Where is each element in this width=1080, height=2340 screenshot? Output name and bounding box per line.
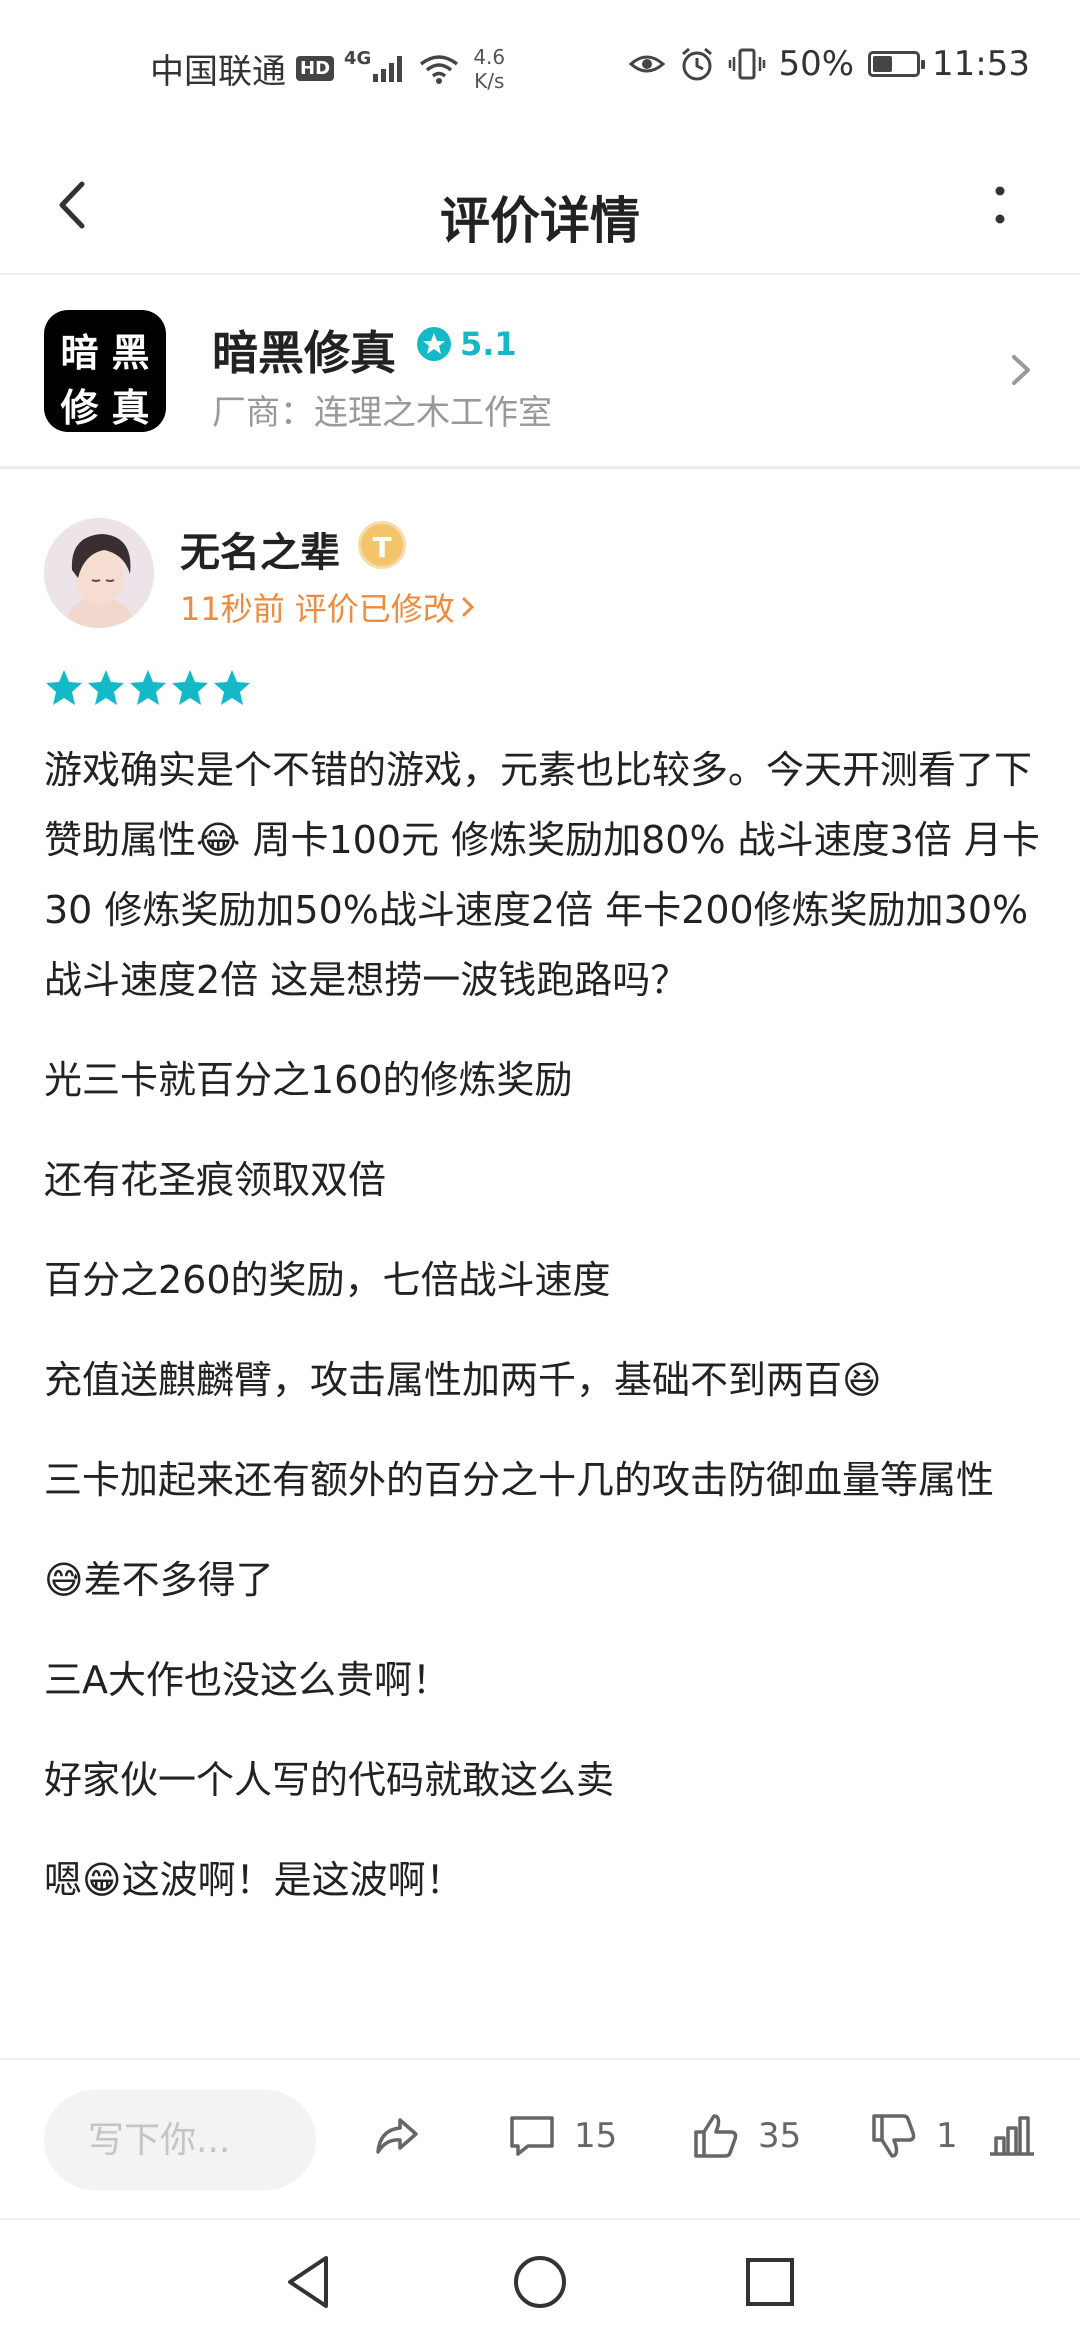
review-paragraph: 还有花圣痕领取双倍	[44, 1158, 387, 1202]
nav-home-icon[interactable]	[500, 2242, 580, 2322]
review-edited-label[interactable]: 评价已修改	[295, 584, 455, 630]
share-icon	[376, 2118, 418, 2154]
rating-star-icon	[417, 327, 451, 361]
review-paragraph: 三A大作也没这么贵啊！	[44, 1658, 450, 1702]
app-icon-char: 暗	[60, 330, 99, 375]
thumbs-down-icon	[872, 2114, 916, 2158]
like-button[interactable]: 35	[688, 2108, 801, 2164]
comment-button[interactable]: 15	[504, 2108, 617, 2164]
app-icon-char: 黑	[111, 330, 150, 375]
hd-badge: HD	[296, 56, 335, 81]
review-star-rating	[44, 668, 254, 708]
app-name[interactable]: 暗黑修真	[212, 317, 396, 383]
nav-recent-icon[interactable]	[730, 2242, 810, 2322]
comment-count: 15	[574, 2116, 618, 2156]
review-paragraph: 好家伙一个人写的代码就敢这么卖	[44, 1758, 615, 1802]
network-speed: 4.6 K/s	[473, 45, 505, 93]
vibrate-icon	[729, 48, 766, 80]
network-type: 4G	[344, 48, 372, 69]
star-icon	[214, 670, 250, 705]
battery-percent: 50%	[778, 44, 855, 84]
star-icon	[88, 670, 124, 705]
chevron-right-icon[interactable]	[1000, 345, 1040, 395]
star-icon	[130, 670, 166, 705]
battery-fill	[873, 56, 893, 72]
review-content: 游戏确实是个不错的游戏，元素也比较多。今天开测看了下赞助属性😂 周卡100元 修…	[44, 735, 1044, 1945]
system-navigation-bar	[0, 2218, 1080, 2340]
dislike-count: 1	[936, 2116, 958, 2156]
vendor-label: 厂商：连理之木工作室	[212, 393, 552, 433]
review-time: 11秒前	[180, 590, 285, 628]
stats-button[interactable]	[984, 2108, 1040, 2164]
rating-value: 5.1	[460, 325, 517, 363]
thumbs-up-icon	[694, 2114, 738, 2158]
wifi-icon	[420, 54, 459, 84]
carrier-label: 中国联通	[150, 52, 286, 92]
status-left: 中国联通 HD 4G 4.6 K/s	[150, 44, 505, 93]
more-vertical-icon[interactable]	[980, 175, 1020, 235]
review-paragraph: 游戏确实是个不错的游戏，元素也比较多。今天开测看了下赞助属性😂 周卡100元 修…	[44, 748, 1040, 1002]
user-level-badge: T	[358, 521, 406, 569]
status-bar: 中国联通 HD 4G 4.6 K/s 50% 11:53	[0, 0, 1080, 135]
review-paragraph: 三卡加起来还有额外的百分之十几的攻击防御血量等属性	[44, 1458, 995, 1502]
comment-icon	[510, 2116, 554, 2156]
clock: 11:53	[932, 44, 1030, 84]
chevron-right-small-icon	[462, 597, 474, 617]
speed-value: 4.6	[473, 44, 506, 69]
page-title: 评价详情	[440, 192, 640, 250]
review-paragraph: 百分之260的奖励，七倍战斗速度	[44, 1258, 611, 1302]
share-button[interactable]	[368, 2108, 424, 2164]
reply-input[interactable]	[44, 2090, 316, 2190]
app-icon[interactable]: 暗 黑 修 真	[44, 310, 166, 432]
battery-icon	[868, 51, 926, 77]
app-icon-char: 真	[111, 385, 150, 430]
star-icon	[46, 670, 82, 705]
app-icon-char: 修	[60, 385, 99, 430]
review-meta[interactable]: 11秒前 评价已修改	[180, 584, 477, 630]
speed-unit: K/s	[474, 68, 505, 93]
status-right: 50% 11:53	[628, 44, 1030, 84]
bar-chart-icon	[990, 2116, 1034, 2156]
dislike-button[interactable]: 1	[866, 2108, 958, 2164]
avatar-illustration	[44, 518, 154, 628]
review-paragraph: 充值送麒麟臂，攻击属性加两千，基础不到两百😆	[44, 1358, 882, 1402]
app-info-card[interactable]: 暗 黑 修 真 暗黑修真 5.1 厂商：连理之木工作室	[0, 277, 1080, 469]
alarm-icon	[682, 47, 713, 81]
reviewer-name[interactable]: 无名之辈	[180, 520, 340, 578]
star-icon	[172, 670, 208, 705]
avatar[interactable]	[44, 518, 154, 628]
eye-icon	[629, 55, 666, 73]
top-app-bar: 评价详情	[0, 135, 1080, 275]
review-paragraph: 嗯😁这波啊！是这波啊！	[44, 1858, 464, 1902]
nav-back-icon[interactable]	[270, 2242, 350, 2322]
app-rating: 5.1	[416, 325, 517, 363]
review-action-bar: 15 35 1	[0, 2058, 1080, 2218]
like-count: 35	[758, 2116, 802, 2156]
review-paragraph: 😅差不多得了	[44, 1558, 274, 1602]
review-paragraph: 光三卡就百分之160的修炼奖励	[44, 1058, 573, 1102]
signal-icon	[373, 55, 405, 82]
